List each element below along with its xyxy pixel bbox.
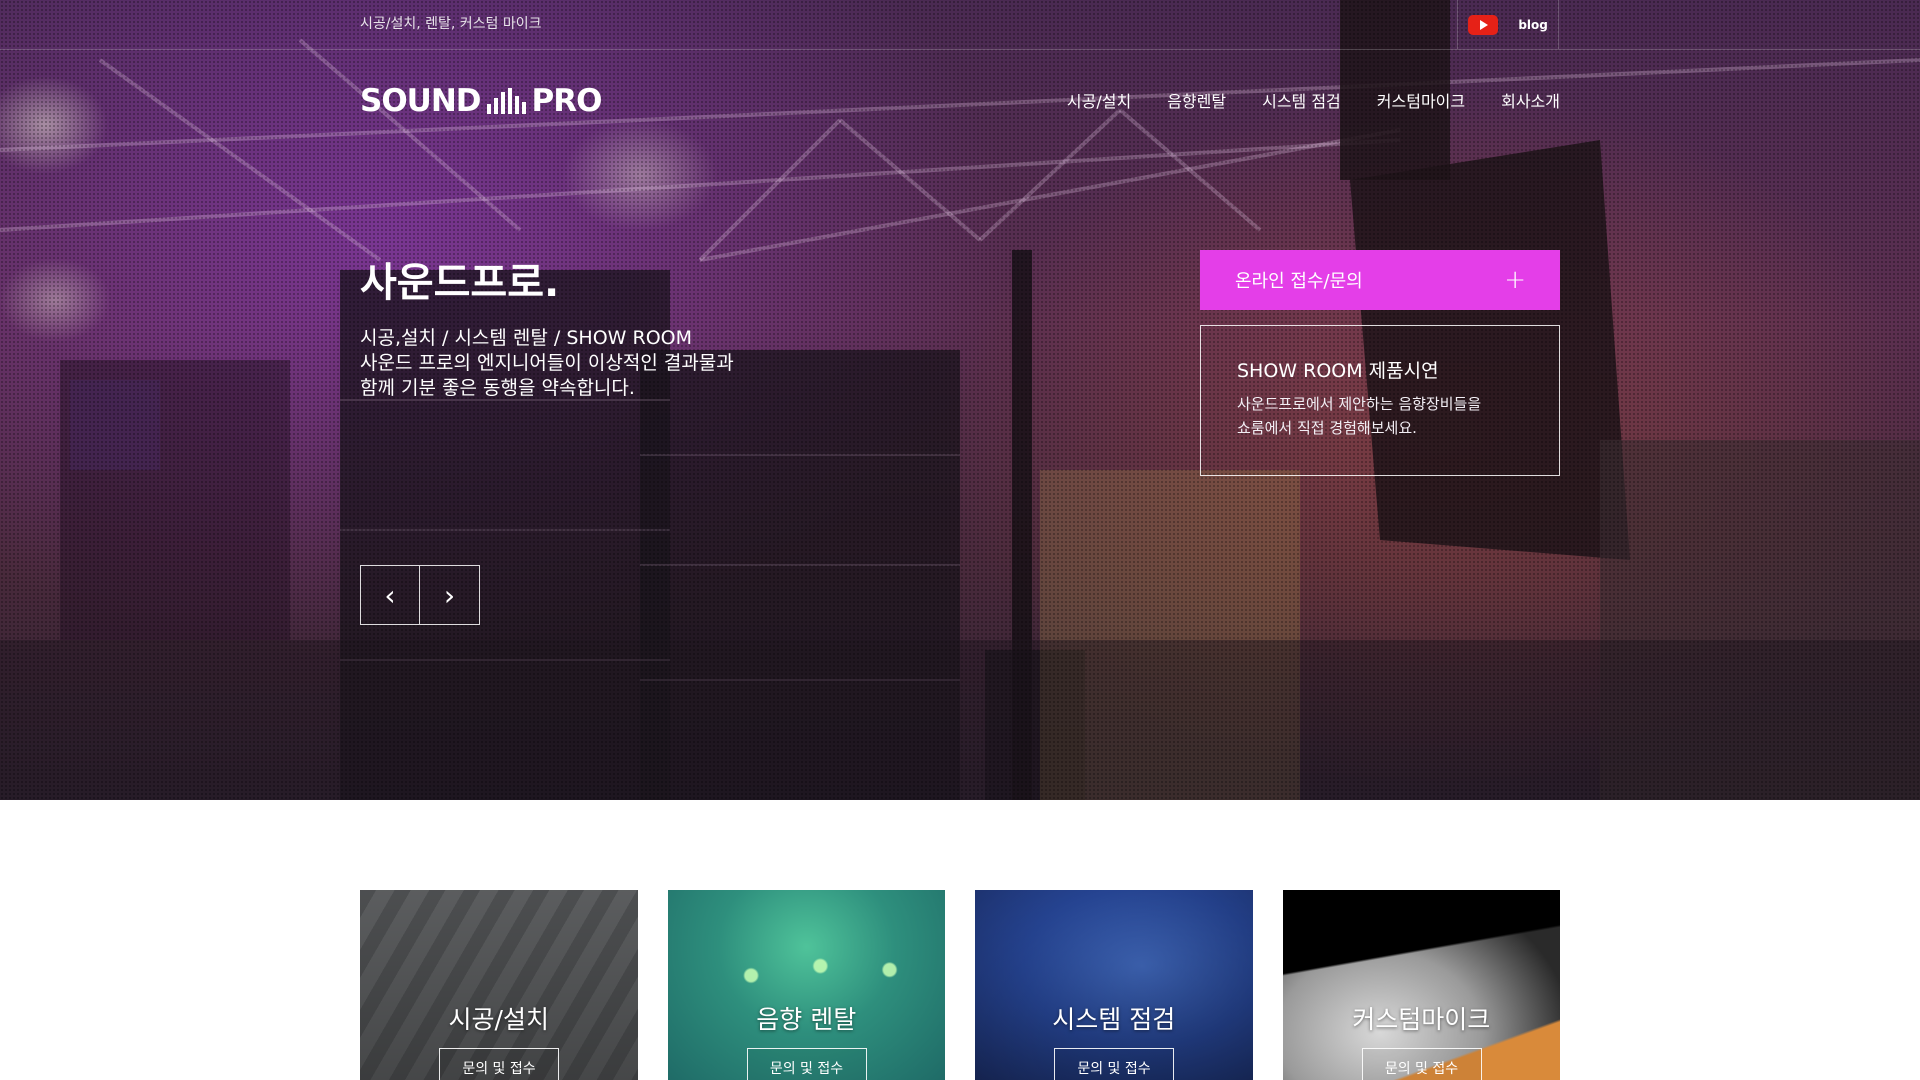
next-slide-button[interactable]: › bbox=[420, 565, 480, 625]
card-title: 시스템 점검 bbox=[1052, 1005, 1176, 1034]
online-inquiry-button[interactable]: 온라인 접수/문의 + bbox=[1200, 250, 1560, 310]
hero-title: 사운드프로. bbox=[360, 260, 560, 306]
nav-item-installation[interactable]: 시공/설치 bbox=[1067, 88, 1131, 112]
nav-item-system-check[interactable]: 시스템 점검 bbox=[1262, 88, 1341, 112]
showroom-line: 사운드프로에서 제안하는 음향장비들을 bbox=[1237, 395, 1482, 413]
top-tagline: 시공/설치, 렌탈, 커스텀 마이크 bbox=[360, 16, 542, 32]
showroom-title: SHOW ROOM 제품시연 bbox=[1237, 360, 1439, 382]
service-card-custom-mic[interactable]: 커스텀마이크 문의 및 접수 bbox=[1282, 890, 1560, 1080]
hero-section bbox=[0, 0, 1920, 800]
main-nav: 시공/설치 음향렌탈 시스템 점검 커스텀마이크 회사소개 bbox=[1067, 88, 1560, 112]
nav-item-about[interactable]: 회사소개 bbox=[1501, 88, 1560, 112]
chevron-left-icon: ‹ bbox=[384, 578, 396, 612]
service-card-installation[interactable]: 시공/설치 문의 및 접수 bbox=[360, 890, 638, 1080]
showroom-line: 쇼룸에서 직접 경험해보세요. bbox=[1237, 419, 1417, 437]
plus-icon: + bbox=[1504, 265, 1526, 295]
hero-description: 시공,설치 / 시스템 렌탈 / SHOW ROOM 사운드 프로의 엔지니어들… bbox=[360, 326, 734, 401]
prev-slide-button[interactable]: ‹ bbox=[360, 565, 420, 625]
card-title: 시공/설치 bbox=[448, 1005, 549, 1034]
site-logo[interactable]: SOUND PRO bbox=[360, 82, 603, 120]
equalizer-icon bbox=[486, 88, 526, 114]
inquiry-button[interactable]: 문의 및 접수 bbox=[439, 1048, 559, 1080]
card-title: 커스텀마이크 bbox=[1352, 1005, 1491, 1034]
blog-link[interactable]: blog bbox=[1518, 18, 1548, 32]
hero-line: 사운드 프로의 엔지니어들이 이상적인 결과물과 bbox=[360, 352, 734, 374]
inquiry-button[interactable]: 문의 및 접수 bbox=[746, 1048, 867, 1080]
logo-text-pro: PRO bbox=[531, 83, 603, 119]
youtube-icon[interactable] bbox=[1468, 14, 1499, 35]
showroom-text: 사운드프로에서 제안하는 음향장비들을 쇼룸에서 직접 경험해보세요. bbox=[1237, 392, 1523, 440]
top-bar: 시공/설치, 렌탈, 커스텀 마이크 blog bbox=[0, 0, 1920, 50]
hero-dot-overlay bbox=[0, 0, 1920, 800]
slider-controls: ‹ › bbox=[360, 565, 480, 625]
logo-text-sound: SOUND bbox=[360, 83, 482, 119]
hero-line: 시공,설치 / 시스템 렌탈 / SHOW ROOM bbox=[360, 327, 692, 349]
showroom-box[interactable]: SHOW ROOM 제품시연 사운드프로에서 제안하는 음향장비들을 쇼룸에서 … bbox=[1200, 325, 1560, 476]
chevron-right-icon: › bbox=[443, 578, 456, 612]
nav-item-rental[interactable]: 음향렌탈 bbox=[1167, 88, 1226, 112]
service-card-rental[interactable]: 음향 렌탈 문의 및 접수 bbox=[667, 890, 945, 1080]
card-title: 음향 렌탈 bbox=[756, 1005, 857, 1034]
inquiry-label: 온라인 접수/문의 bbox=[1235, 271, 1363, 292]
inquiry-button[interactable]: 문의 및 접수 bbox=[1361, 1048, 1482, 1080]
hero-line: 함께 기분 좋은 동행을 약속합니다. bbox=[360, 377, 635, 399]
service-cards: 시공/설치 문의 및 접수 음향 렌탈 문의 및 접수 시스템 점검 문의 및 … bbox=[360, 890, 1560, 1080]
inquiry-button[interactable]: 문의 및 접수 bbox=[1054, 1048, 1174, 1080]
service-card-system-check[interactable]: 시스템 점검 문의 및 접수 bbox=[975, 890, 1253, 1080]
social-links: blog bbox=[1457, 0, 1559, 49]
nav-item-custom-mic[interactable]: 커스텀마이크 bbox=[1377, 88, 1465, 112]
